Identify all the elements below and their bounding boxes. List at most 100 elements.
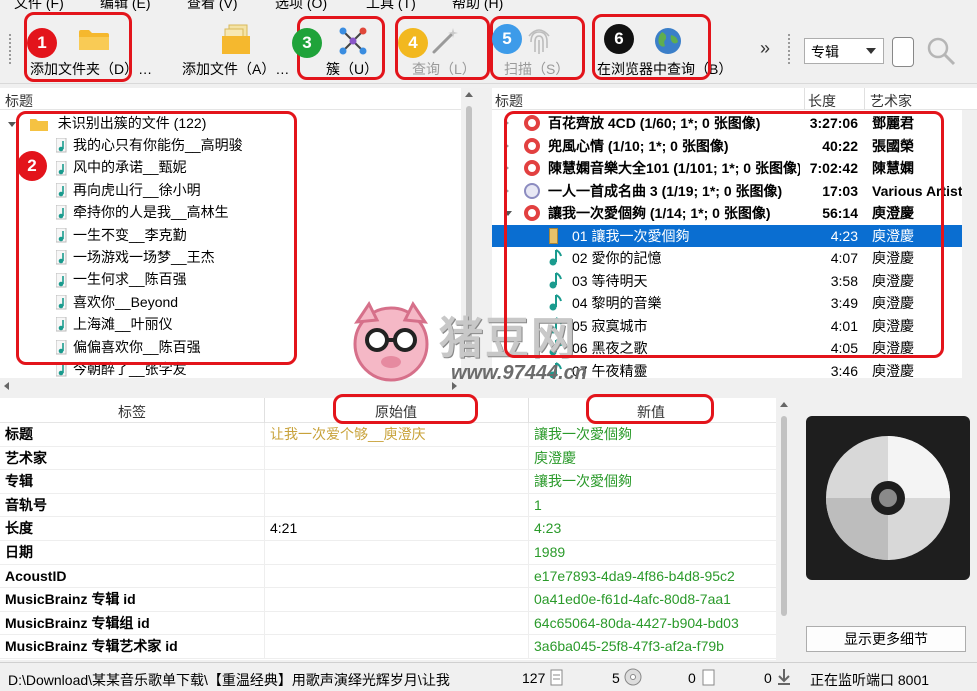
file-row[interactable]: 一生何求__陈百强 xyxy=(56,268,187,290)
file-row[interactable]: 今朝醉了__张学友 xyxy=(56,358,187,380)
collapsed-arrow-icon[interactable] xyxy=(504,119,509,127)
right-horizontal-scrollbar[interactable] xyxy=(492,378,977,394)
metadata-row[interactable]: 专辑 讓我一次愛個夠 xyxy=(0,470,776,494)
collapsed-arrow-icon[interactable] xyxy=(504,141,509,150)
scroll-left-icon[interactable] xyxy=(4,382,9,390)
album-row[interactable]: 讓我一次愛個夠 (1/14; 1*; 0 张图像) 56:14 庾澄慶 xyxy=(492,202,962,225)
cluster-button[interactable]: 簇（U） xyxy=(322,12,384,84)
menu-tools[interactable]: 工具 (T) xyxy=(366,0,416,12)
file-row[interactable]: 牵持你的人是我__高林生 xyxy=(56,201,229,223)
badge-1: 1 xyxy=(27,28,57,58)
track-title: 06 黑夜之歌 xyxy=(572,340,648,356)
toolbar-grip[interactable] xyxy=(9,34,12,64)
album-title: 一人一首成名曲 3 (1/19; 1*; 0 张图像) xyxy=(548,182,783,199)
file-row[interactable]: 一场游戏一场梦__王杰 xyxy=(56,246,215,268)
metadata-new: 3a6ba045-25f8-47f3-af2a-f79b xyxy=(534,638,724,655)
right-vertical-scrollbar[interactable] xyxy=(962,110,977,378)
toolbar-grip-2[interactable] xyxy=(788,34,791,64)
right-header-length[interactable]: 长度 xyxy=(808,91,836,111)
menu-options[interactable]: 选项 (O) xyxy=(275,0,327,12)
album-row[interactable]: 陳慧嫻音樂大全101 (1/101; 1*; 0 张图像) 7:02:42 陳慧嫻 xyxy=(492,157,962,180)
metadata-row[interactable]: 日期 1989 xyxy=(0,541,776,565)
right-header-artist[interactable]: 艺术家 xyxy=(870,91,912,111)
track-row[interactable]: 02 愛你的記憶 4:07 庾澄慶 xyxy=(492,247,962,270)
metadata-original xyxy=(270,588,525,612)
menu-file[interactable]: 文件 (F) xyxy=(14,0,64,12)
file-row[interactable]: 上海滩__叶丽仪 xyxy=(56,313,173,335)
track-row[interactable]: 06 黑夜之歌 4:05 庾澄慶 xyxy=(492,337,962,360)
file-stack-icon xyxy=(222,24,250,54)
album-length: 56:14 xyxy=(822,205,858,221)
menu-view[interactable]: 查看 (V) xyxy=(187,0,238,12)
header-new-value[interactable]: 新值 xyxy=(637,402,665,422)
file-row[interactable]: 偏偏喜欢你__陈百强 xyxy=(56,336,201,358)
metadata-row[interactable]: MusicBrainz 专辑艺术家 id 3a6ba045-25f8-47f3-a… xyxy=(0,635,776,659)
track-artist: 庾澄慶 xyxy=(872,227,914,244)
metadata-row[interactable]: 艺术家 庾澄慶 xyxy=(0,446,776,471)
meta-scroll-up-icon[interactable] xyxy=(780,402,788,407)
metadata-row[interactable]: 标题 让我一次爱个够__庾澄庆 讓我一次愛個夠 xyxy=(0,423,776,447)
metadata-new: 1989 xyxy=(534,544,566,560)
album-length: 17:03 xyxy=(822,182,858,199)
metadata-divider xyxy=(528,493,529,518)
metadata-original xyxy=(270,447,525,471)
pending-files-icon xyxy=(702,669,715,686)
metadata-tag: AcoustID xyxy=(5,567,67,584)
left-scroll-thumb[interactable] xyxy=(466,106,472,358)
album-length: 40:22 xyxy=(822,137,858,154)
metadata-row[interactable]: 长度 4:21 4:23 xyxy=(0,517,776,541)
add-files-button[interactable]: 添加文件（A）… xyxy=(182,12,294,84)
search-icon[interactable] xyxy=(926,36,956,66)
file-row[interactable]: 喜欢你__Beyond xyxy=(56,291,178,313)
metadata-row[interactable]: MusicBrainz 专辑 id 0a41ed0e-f61d-4afc-80d8… xyxy=(0,588,776,612)
collapse-arrow-icon[interactable] xyxy=(8,121,16,127)
track-row[interactable]: 03 等待明天 3:58 庾澄慶 xyxy=(492,270,962,293)
metadata-divider xyxy=(264,470,265,494)
scroll-right-icon[interactable] xyxy=(452,382,457,390)
toolbar-overflow-button[interactable]: » xyxy=(760,38,770,59)
track-row[interactable]: 04 黎明的音樂 3:49 庾澄慶 xyxy=(492,292,962,315)
album-row[interactable]: 一人一首成名曲 3 (1/19; 1*; 0 张图像) 17:03 Various … xyxy=(492,180,962,203)
chevron-down-icon xyxy=(866,48,876,54)
metadata-divider xyxy=(264,493,265,518)
collapsed-arrow-icon[interactable] xyxy=(504,186,509,195)
search-type-select[interactable]: 专辑 xyxy=(804,38,884,64)
right-header-title[interactable]: 标题 xyxy=(495,91,523,111)
left-header-title[interactable]: 标题 xyxy=(5,91,33,111)
metadata-new: 庾澄慶 xyxy=(534,449,576,466)
left-horizontal-scrollbar[interactable] xyxy=(0,378,477,394)
cd-cover-icon xyxy=(806,416,970,580)
track-row[interactable]: 07 午夜精靈 3:46 庾澄慶 xyxy=(492,360,962,378)
file-row[interactable]: 一生不变__李克勤 xyxy=(56,224,187,246)
metadata-row[interactable]: AcoustID e17e7893-4da9-4f86-b4d8-95c2 xyxy=(0,564,776,589)
meta-scroll-thumb[interactable] xyxy=(781,416,787,616)
metadata-row[interactable]: 音轨号 1 xyxy=(0,493,776,518)
header-divider-2 xyxy=(528,398,529,423)
tree-root-unclustered[interactable]: 未识别出簇的文件 (122) xyxy=(8,112,206,134)
metadata-row[interactable]: MusicBrainz 专辑组 id 64c65064-80da-4427-b90… xyxy=(0,611,776,636)
menu-edit[interactable]: 编辑 (E) xyxy=(100,0,151,12)
file-row[interactable]: 风中的承诺__甄妮 xyxy=(56,156,187,178)
search-input[interactable] xyxy=(892,37,914,67)
menu-help[interactable]: 帮助 (H) xyxy=(452,0,503,12)
track-row[interactable]: 01 讓我一次愛個夠 4:23 庾澄慶 xyxy=(492,224,962,247)
scan-label: 扫描（S） xyxy=(504,61,570,77)
header-tag[interactable]: 标签 xyxy=(118,402,146,422)
expand-arrow-icon[interactable] xyxy=(504,211,512,216)
metadata-rows: 标题 让我一次爱个够__庾澄庆 讓我一次愛個夠 艺术家 庾澄慶 专辑 讓我一次愛個夠 音轨号 1… xyxy=(0,423,776,660)
file-name: 我的心只有你能伤__高明骏 xyxy=(73,137,243,153)
scroll-up-icon[interactable] xyxy=(465,92,473,97)
album-row[interactable]: 兜風心情 (1/10; 1*; 0 张图像) 40:22 張國榮 xyxy=(492,135,962,158)
file-row[interactable]: 我的心只有你能伤__高明骏 xyxy=(56,134,243,156)
metadata-scrollbar[interactable] xyxy=(776,398,792,660)
left-vertical-scrollbar[interactable] xyxy=(461,88,477,378)
metadata-new: e17e7893-4da9-4f86-b4d8-95c2 xyxy=(534,567,735,584)
album-row[interactable]: 百花齊放 4CD (1/60; 1*; 0 张图像) 3:27:06 鄧麗君 xyxy=(492,112,962,135)
file-row[interactable]: 再向虎山行__徐小明 xyxy=(56,179,201,201)
more-details-button[interactable]: 显示更多细节 xyxy=(806,626,966,652)
unmatched-album-icon xyxy=(524,115,540,131)
collapsed-arrow-icon[interactable] xyxy=(504,164,509,172)
more-details-label: 显示更多细节 xyxy=(844,631,928,647)
track-row[interactable]: 05 寂寞城市 4:01 庾澄慶 xyxy=(492,315,962,338)
header-original-value[interactable]: 原始值 xyxy=(375,402,417,422)
